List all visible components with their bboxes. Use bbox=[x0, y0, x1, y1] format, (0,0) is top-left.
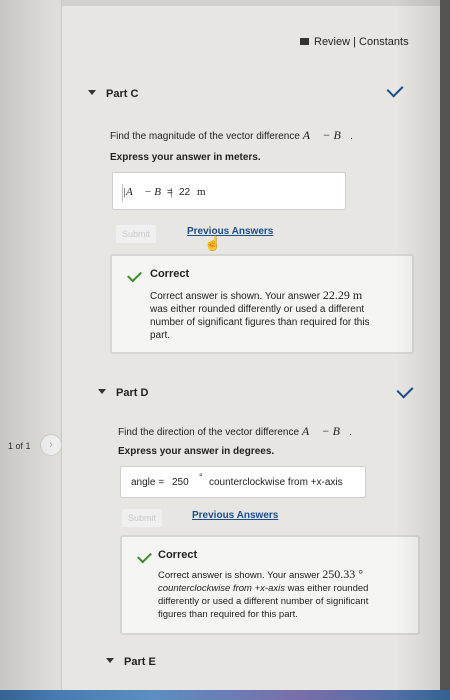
part-e-title: Part E bbox=[124, 656, 156, 668]
review-constants-link[interactable]: Review | Constants bbox=[300, 36, 409, 48]
part-d-answer-suffix: counterclockwise from +x-axis bbox=[209, 477, 343, 488]
part-d-answer-box: angle = 250 ° counterclockwise from +x-a… bbox=[120, 466, 366, 498]
part-d-answer-label: angle = bbox=[131, 477, 165, 488]
part-d-feedback: Correct Correct answer is shown. Your an… bbox=[120, 535, 420, 635]
chevron-down-icon bbox=[98, 389, 106, 394]
part-c-answer-lhs: |A⃗ − B⃗| bbox=[123, 186, 173, 198]
part-d-question-expr: A⃗ − B⃗ bbox=[301, 424, 350, 438]
left-rail bbox=[0, 0, 62, 700]
part-d-title: Part D bbox=[116, 387, 149, 399]
part-d-feedback-value: 250.33 ° bbox=[322, 567, 364, 581]
part-d-feedback-line1: Correct answer is shown. Your answer bbox=[158, 570, 323, 581]
part-d-feedback-line4: figures than required for this part. bbox=[158, 609, 298, 620]
top-bar bbox=[62, 0, 440, 6]
part-c-previous-answers-link[interactable]: Previous Answers bbox=[187, 226, 273, 237]
part-c-answer-value[interactable]: 22 bbox=[179, 187, 190, 198]
part-e-header[interactable]: Part E bbox=[106, 656, 156, 668]
part-d-question: Find the direction of the vector differe… bbox=[118, 424, 352, 439]
part-d-instruction: Express your answer in degrees. bbox=[118, 446, 275, 457]
part-d-feedback-line3: differently or used a different number o… bbox=[158, 596, 369, 607]
part-c-answer-box: |A⃗ − B⃗| = 22 m bbox=[112, 172, 346, 210]
part-c-question-expr: A⃗ − B⃗ bbox=[302, 128, 351, 142]
part-d-submit-button[interactable]: Submit bbox=[122, 509, 163, 527]
part-c-question: Find the magnitude of the vector differe… bbox=[110, 128, 353, 143]
part-c-submit-button[interactable]: Submit bbox=[116, 225, 157, 243]
part-d-feedback-text: Correct answer is shown. Your answer 250… bbox=[158, 568, 420, 621]
part-c-feedback-line2: was either rounded differently or used a… bbox=[150, 304, 365, 315]
part-d-feedback-title: Correct bbox=[158, 549, 198, 561]
part-c-header[interactable]: Part C bbox=[88, 88, 138, 100]
part-c-feedback-title: Correct bbox=[150, 268, 190, 280]
review-icon bbox=[300, 38, 309, 45]
part-c-feedback-line3: number of significant figures than requi… bbox=[150, 317, 370, 328]
part-d-question-suffix: . bbox=[349, 427, 353, 438]
part-c-question-text: Find the magnitude of the vector differe… bbox=[110, 131, 303, 142]
part-c-correct-check-icon bbox=[127, 267, 142, 283]
taskbar-strip bbox=[0, 690, 450, 700]
chevron-down-icon bbox=[88, 90, 96, 95]
part-d-answer-unit: ° bbox=[199, 472, 203, 482]
part-d-feedback-line2a: counterclockwise from +x-axis bbox=[158, 583, 285, 594]
hand-cursor-icon: ☝ bbox=[204, 235, 222, 251]
part-d-answer-value[interactable]: 250 bbox=[172, 477, 189, 488]
part-c-question-suffix: . bbox=[350, 131, 353, 142]
review-constants-label: Review | Constants bbox=[314, 36, 409, 48]
part-d-correct-check-icon bbox=[137, 548, 152, 564]
part-d-question-text: Find the direction of the vector differe… bbox=[118, 427, 302, 438]
part-c-title: Part C bbox=[106, 88, 139, 100]
part-c-feedback-text: Correct answer is shown. Your answer 22.… bbox=[150, 289, 412, 342]
part-c-feedback: Correct Correct answer is shown. Your an… bbox=[110, 254, 414, 354]
part-c-check-icon bbox=[386, 80, 404, 98]
part-d-header[interactable]: Part D bbox=[98, 387, 148, 399]
part-d-previous-answers-link[interactable]: Previous Answers bbox=[192, 510, 278, 521]
part-c-answer-unit: m bbox=[197, 186, 206, 198]
pager-label: 1 of 1 bbox=[8, 441, 31, 451]
part-d-feedback-line2b: was either rounded bbox=[284, 583, 369, 594]
part-c-answer-eq: = bbox=[167, 187, 173, 198]
part-c-feedback-line1: Correct answer is shown. Your answer bbox=[150, 291, 323, 302]
part-d-check-icon bbox=[396, 381, 414, 399]
part-c-feedback-value: 22.29 m bbox=[322, 288, 363, 302]
pager-next-button[interactable]: › bbox=[40, 434, 62, 456]
part-c-instruction: Express your answer in meters. bbox=[110, 152, 261, 163]
part-c-feedback-line4: part. bbox=[150, 330, 171, 341]
window-edge bbox=[440, 0, 450, 700]
chevron-down-icon bbox=[106, 658, 114, 663]
left-rail-divider bbox=[61, 0, 62, 700]
